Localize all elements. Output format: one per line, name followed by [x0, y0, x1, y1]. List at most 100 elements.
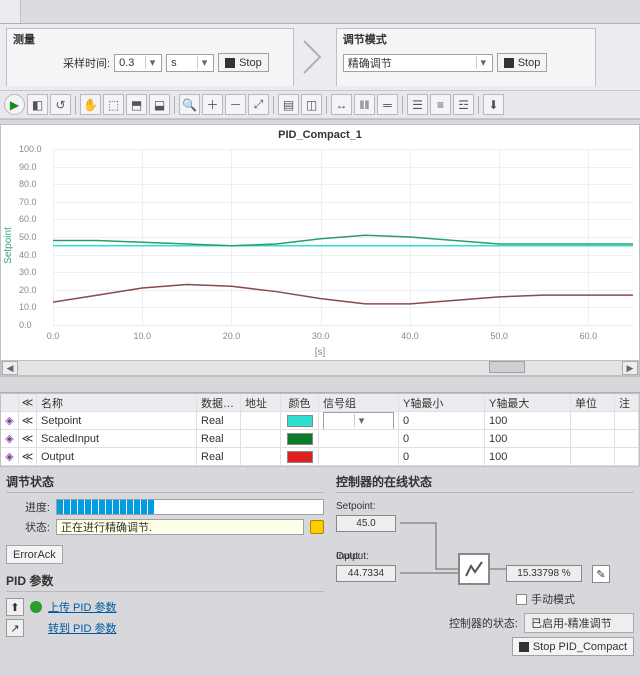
goto-icon: ↗ [6, 619, 24, 637]
table-header-row: ≪ 名称 数据… 地址 颜色 信号组 Y轴最小 Y轴最大 单位 注 [1, 394, 639, 412]
status-label: 状态: [6, 519, 50, 535]
controller-diagram: Setpoint: 45.0 Input: 44.7334 Output: 15… [336, 499, 634, 609]
stop-measurement-button[interactable]: Stop [218, 53, 269, 72]
tool-btn[interactable]: ⬓ [149, 94, 170, 115]
controller-status-title: 控制器的在线状态 [336, 473, 634, 493]
cell-ymax[interactable]: 100 [485, 412, 571, 429]
status-text: 正在进行精确调节. [56, 519, 304, 535]
status-dot-icon [30, 601, 42, 613]
siggrp-dropdown[interactable]: ▾ [323, 412, 394, 429]
tool-btn[interactable]: ⬒ [126, 94, 147, 115]
col-ymax[interactable]: Y轴最大 [485, 394, 571, 411]
tuning-mode-dropdown[interactable]: 精确调节▾ [343, 54, 493, 72]
row-tag-icon: ◈ [1, 430, 19, 447]
tool-btn[interactable]: ‖‖ [354, 94, 375, 115]
cell-name: Setpoint [37, 412, 197, 429]
cell-ymin[interactable]: 0 [399, 412, 485, 429]
row-tag-icon: ◈ [1, 412, 19, 429]
color-swatch[interactable] [287, 451, 313, 463]
stop-icon [225, 58, 235, 68]
col-siggrp[interactable]: 信号组 [319, 394, 399, 411]
table-row[interactable]: ◈≪ScaledInputReal 0100 [1, 430, 639, 448]
stop-icon [519, 642, 529, 652]
plot-canvas[interactable]: 0.010.020.030.040.050.060.070.080.090.01… [15, 145, 639, 345]
warning-icon [310, 520, 324, 534]
tool-btn[interactable]: ◫ [301, 94, 322, 115]
tool-btn[interactable]: ═ [377, 94, 398, 115]
chart-scrollbar[interactable]: ◀ ▶ [1, 360, 639, 376]
stop-tuning-button[interactable]: Stop [497, 53, 548, 72]
scroll-right-button[interactable]: ▶ [622, 361, 638, 375]
cell-ymin[interactable]: 0 [399, 448, 485, 465]
upload-pid-link[interactable]: 上传 PID 参数 [48, 599, 116, 615]
tool-btn[interactable]: ≡ [430, 94, 451, 115]
tool-btn[interactable]: ◧ [27, 94, 48, 115]
errorack-button[interactable]: ErrorAck [6, 545, 63, 564]
color-swatch[interactable] [287, 415, 313, 427]
cell-datatype: Real [197, 430, 241, 447]
tool-btn[interactable]: ☲ [453, 94, 474, 115]
row-tag-icon: ◈ [1, 448, 19, 465]
col-ymin[interactable]: Y轴最小 [399, 394, 485, 411]
upload-icon: ⬆ [6, 598, 24, 616]
table-row[interactable]: ◈≪OutputReal 0100 [1, 448, 639, 466]
cell-datatype: Real [197, 412, 241, 429]
tab[interactable] [0, 0, 21, 23]
sample-time-label: 采样时间: [63, 55, 110, 71]
chart-area: PID_Compact_1 Setpoint 0.010.020.030.040… [0, 124, 640, 377]
zoom-reset-button[interactable]: － [225, 94, 246, 115]
controller-state-value: 已启用-精准调节 [524, 613, 634, 633]
cell-ymin[interactable]: 0 [399, 430, 485, 447]
sample-time-dropdown[interactable]: 0.3▾ [114, 54, 162, 72]
color-swatch[interactable] [287, 433, 313, 445]
panel-title: 测量 [13, 31, 35, 47]
stop-pid-button[interactable]: Stop PID_Compact [512, 637, 634, 656]
progress-label: 进度: [6, 499, 50, 515]
panel-title: 调节模式 [343, 31, 387, 47]
tool-btn[interactable]: ↔ [331, 94, 352, 115]
tuning-status-title: 调节状态 [6, 473, 324, 493]
pan-button[interactable]: ✋ [80, 94, 101, 115]
col-note[interactable]: 注 [615, 394, 639, 411]
cell-name: ScaledInput [37, 430, 197, 447]
zoom-in-button[interactable]: 🔍 [179, 94, 200, 115]
progress-bar [56, 499, 324, 515]
record-button[interactable]: ▶ [4, 94, 25, 115]
chart-title: PID_Compact_1 [1, 125, 639, 145]
cell-ymax[interactable]: 100 [485, 430, 571, 447]
manual-mode-checkbox[interactable] [516, 594, 527, 605]
scroll-left-button[interactable]: ◀ [2, 361, 18, 375]
tool-btn[interactable]: ▤ [278, 94, 299, 115]
panel-mode: 调节模式 精确调节▾ Stop [336, 28, 596, 86]
row-vis-icon[interactable]: ≪ [19, 448, 37, 465]
manual-mode-label: 手动模式 [531, 591, 575, 607]
zoom-out-button[interactable]: ＋ [202, 94, 223, 115]
col-name[interactable]: 名称 [37, 394, 197, 411]
tool-btn[interactable]: ☰ [407, 94, 428, 115]
controller-state-label: 控制器的状态: [449, 615, 518, 631]
ribbon: 测量 采样时间: 0.3▾ s▾ Stop 调节模式 精确调节▾ Stop [0, 24, 640, 90]
cell-name: Output [37, 448, 197, 465]
tool-btn[interactable]: ⤢ [248, 94, 269, 115]
zoom-area-button[interactable]: ⬚ [103, 94, 124, 115]
table-row[interactable]: ◈≪SetpointReal ▾ 0100 [1, 412, 639, 430]
tool-btn[interactable]: ↺ [50, 94, 71, 115]
row-vis-icon[interactable]: ≪ [19, 430, 37, 447]
export-button[interactable]: ⬇ [483, 94, 504, 115]
col-addr[interactable]: 地址 [241, 394, 281, 411]
x-axis-label: [s] [1, 345, 639, 360]
col-datatype[interactable]: 数据… [197, 394, 241, 411]
goto-pid-link[interactable]: 转到 PID 参数 [48, 620, 116, 636]
arrow-separator [300, 33, 330, 81]
row-vis-icon[interactable]: ≪ [19, 412, 37, 429]
sample-unit-dropdown[interactable]: s▾ [166, 54, 214, 72]
cell-datatype: Real [197, 448, 241, 465]
col-unit[interactable]: 单位 [571, 394, 615, 411]
chart-toolbar: ▶ ◧ ↺ ✋ ⬚ ⬒ ⬓ 🔍 ＋ － ⤢ ▤ ◫ ↔ ‖‖ ═ ☰ ≡ ☲ ⬇ [0, 90, 640, 119]
y-axis-label: Setpoint [1, 145, 15, 345]
panel-measurement: 测量 采样时间: 0.3▾ s▾ Stop [6, 28, 294, 86]
stop-icon [504, 58, 514, 68]
pid-params-title: PID 参数 [6, 572, 324, 592]
col-color[interactable]: 颜色 [281, 394, 319, 411]
cell-ymax[interactable]: 100 [485, 448, 571, 465]
